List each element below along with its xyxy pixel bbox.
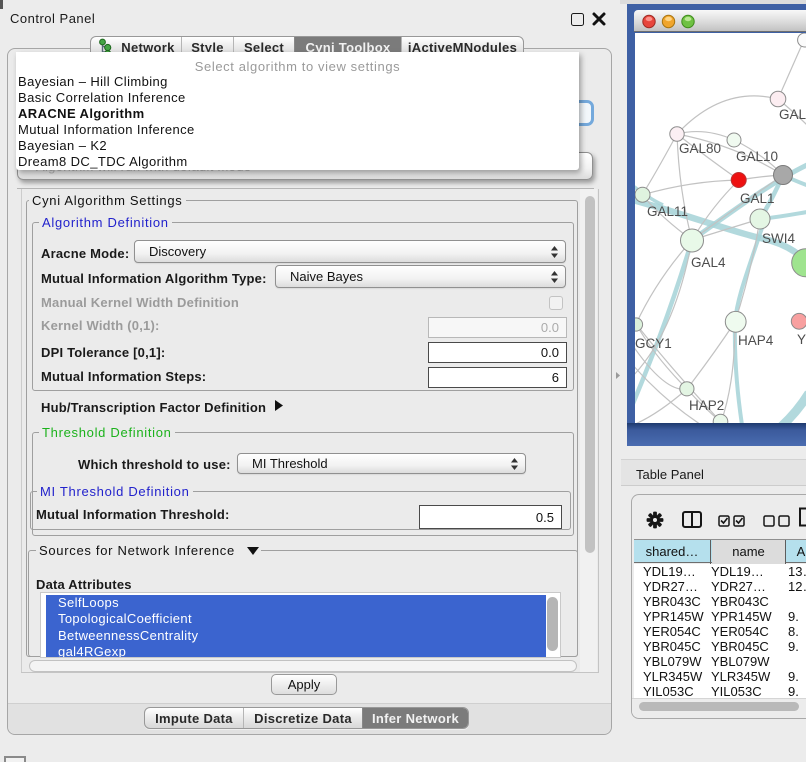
svg-text:GAL80: GAL80 (679, 141, 721, 156)
svg-text:GCY1: GCY1 (635, 336, 672, 351)
svg-text:GAL11: GAL11 (647, 204, 688, 219)
svg-text:HAP2: HAP2 (689, 398, 724, 413)
svg-text:GAL10: GAL10 (736, 149, 778, 164)
svg-text:HAP4: HAP4 (738, 333, 774, 348)
svg-text:GAL4: GAL4 (691, 255, 726, 270)
svg-text:SWI4: SWI4 (762, 231, 795, 246)
svg-text:GAL: GAL (779, 107, 806, 122)
svg-text:GAL1: GAL1 (740, 191, 775, 206)
svg-text:Y: Y (797, 332, 806, 347)
